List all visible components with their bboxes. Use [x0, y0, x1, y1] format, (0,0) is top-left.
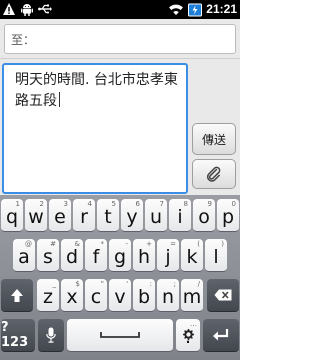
- enter-key[interactable]: [203, 319, 239, 352]
- divider: [0, 58, 240, 59]
- recipient-label: 至：: [11, 33, 36, 47]
- message-input[interactable]: 明天的時間. 台北市忠孝東路五段: [2, 63, 188, 194]
- compose-area: 至： 明天的時間. 台北市忠孝東路五段 傳送: [0, 19, 240, 195]
- warning-icon: [3, 3, 15, 15]
- key-l[interactable]: ) l: [205, 239, 227, 272]
- key-p[interactable]: 0p: [217, 199, 239, 232]
- period-key[interactable]: … .: [176, 319, 200, 352]
- gear-icon: [183, 329, 194, 340]
- soft-keyboard: 1q 2w 3e 4r 5t 6y 7u 8i 9o 0p @ a # s & d *…: [0, 195, 240, 360]
- keyboard-row-1: 1q 2w 3e 4r 5t 6y 7u 8i 9o 0p: [0, 199, 240, 235]
- key-x[interactable]: $ x: [61, 279, 83, 312]
- key-d[interactable]: & d: [61, 239, 83, 272]
- key-a[interactable]: @ a: [13, 239, 35, 272]
- key-e[interactable]: 3e: [49, 199, 71, 232]
- key-v[interactable]: ' v: [109, 279, 131, 312]
- key-u[interactable]: 7u: [145, 199, 167, 232]
- symbols-key-label: ?123: [1, 320, 29, 350]
- key-h[interactable]: + h: [133, 239, 155, 272]
- space-key[interactable]: [67, 319, 173, 352]
- sms-compose-screen: 21:21 至： 明天的時間. 台北市忠孝東路五段 傳送 1q 2w 3e 4r…: [0, 0, 240, 360]
- key-b[interactable]: :b: [133, 279, 155, 312]
- space-bar-icon: [100, 332, 140, 338]
- usb-icon: [38, 4, 52, 14]
- keyboard-row-3: _ z $ x " c ' v :b ; n / m: [0, 279, 240, 315]
- key-m[interactable]: / m: [181, 279, 203, 312]
- attach-button[interactable]: [192, 159, 236, 189]
- key-y[interactable]: 6y: [121, 199, 143, 232]
- key-t[interactable]: 5t: [97, 199, 119, 232]
- message-text: 明天的時間. 台北市忠孝東路五段: [15, 72, 178, 109]
- wifi-icon: [169, 4, 184, 16]
- delete-key[interactable]: [207, 279, 239, 312]
- key-n[interactable]: ; n: [157, 279, 179, 312]
- battery-icon: [188, 3, 203, 16]
- key-z[interactable]: _ z: [37, 279, 59, 312]
- period-key-hint: …: [190, 320, 197, 328]
- clock: 21:21: [206, 2, 237, 16]
- key-s[interactable]: # s: [37, 239, 59, 272]
- send-button[interactable]: 傳送: [192, 123, 236, 155]
- android-icon: [21, 3, 33, 16]
- paperclip-icon: [206, 166, 221, 182]
- key-i[interactable]: 8i: [169, 199, 191, 232]
- key-o[interactable]: 9o: [193, 199, 215, 232]
- recipient-field[interactable]: 至：: [4, 24, 236, 54]
- enter-icon: [213, 329, 229, 341]
- key-r[interactable]: 4r: [73, 199, 95, 232]
- key-q[interactable]: 1q: [1, 199, 23, 232]
- microphone-icon: [46, 327, 56, 343]
- shift-key[interactable]: [1, 279, 33, 312]
- text-cursor: [59, 92, 60, 107]
- microphone-key[interactable]: [38, 319, 64, 352]
- key-w[interactable]: 2w: [25, 199, 47, 232]
- key-k[interactable]: (k: [181, 239, 203, 272]
- system-icons: 21:21: [168, 2, 237, 17]
- send-button-label: 傳送: [201, 132, 226, 147]
- message-text-wrapper: 明天的時間. 台北市忠孝東路五段: [15, 70, 185, 112]
- status-bar: 21:21: [0, 0, 240, 19]
- key-g[interactable]: -g: [109, 239, 131, 272]
- key-f[interactable]: * f: [85, 239, 107, 272]
- key-j[interactable]: = j: [157, 239, 179, 272]
- shift-arrow-icon: [11, 288, 23, 302]
- key-c[interactable]: " c: [85, 279, 107, 312]
- keyboard-row-2: @ a # s & d * f -g + h = j (k ) l: [0, 239, 240, 275]
- symbols-key[interactable]: ?123: [1, 319, 35, 352]
- keyboard-row-4: ?123 … .: [0, 319, 240, 355]
- backspace-icon: [214, 289, 232, 301]
- notification-icons: [2, 2, 52, 16]
